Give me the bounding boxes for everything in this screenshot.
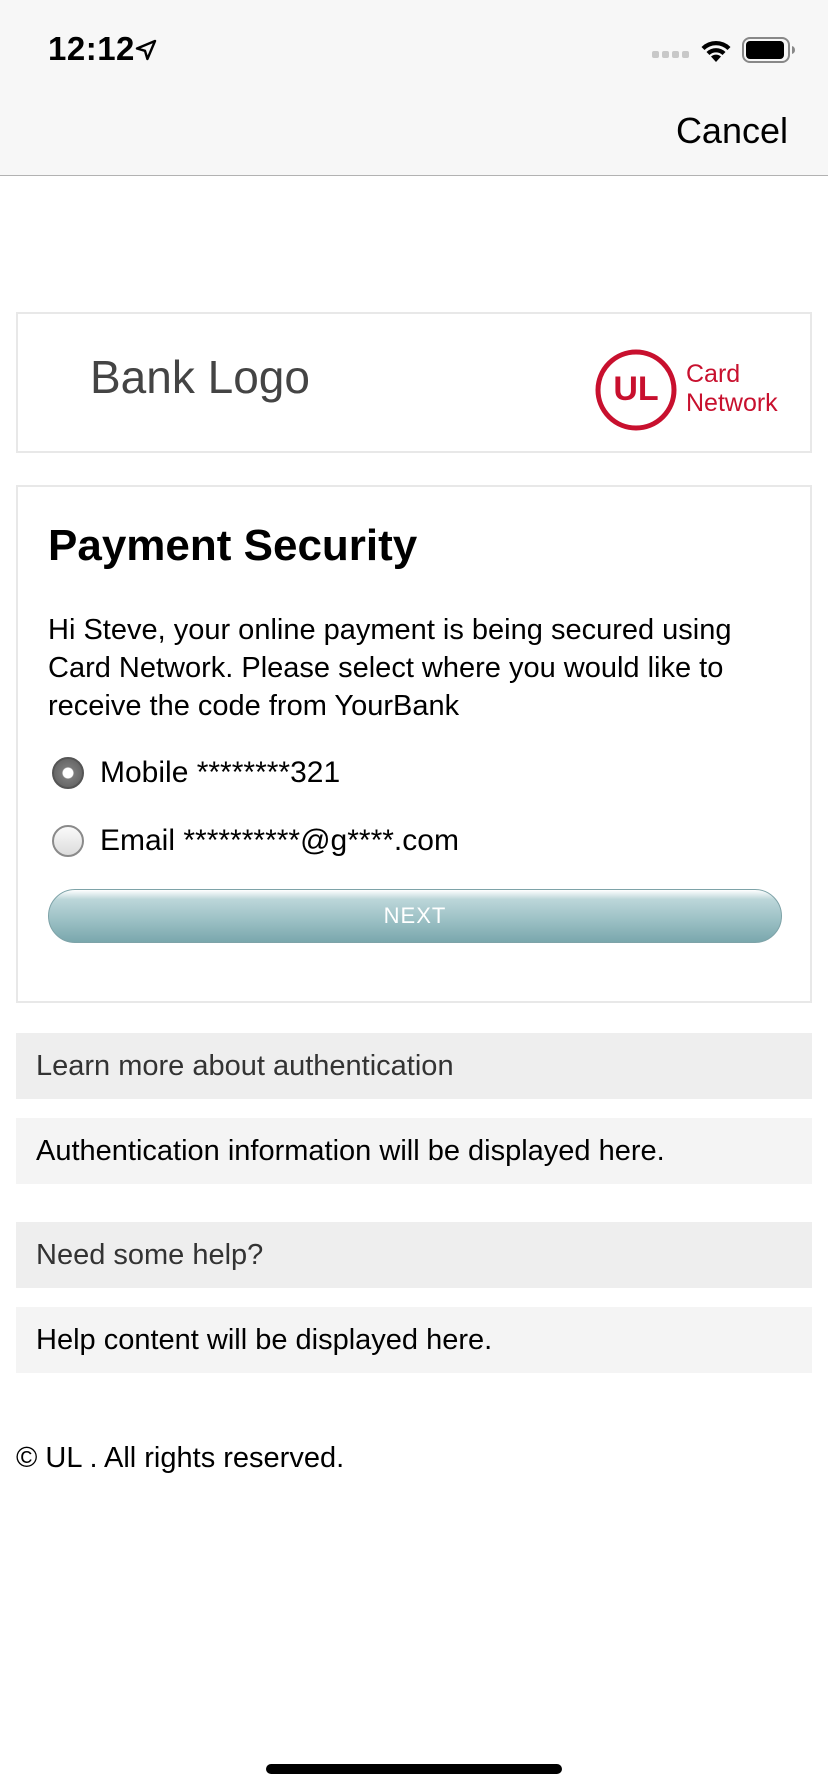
page-title: Payment Security bbox=[48, 521, 418, 570]
svg-text:UL: UL bbox=[613, 370, 658, 408]
email-radio[interactable] bbox=[52, 825, 84, 857]
learn-more-header[interactable]: Learn more about authentication bbox=[16, 1033, 812, 1099]
card-network-line2: Network bbox=[686, 389, 778, 417]
ul-logo-icon: UL bbox=[595, 349, 677, 431]
option-email[interactable]: Email **********@g****.com bbox=[52, 821, 459, 861]
learn-more-content: Authentication information will be displ… bbox=[16, 1118, 812, 1184]
wifi-icon bbox=[701, 40, 731, 62]
status-time: 12:12 bbox=[48, 30, 135, 67]
option-mobile-label: Mobile ********321 bbox=[100, 756, 341, 789]
cancel-button[interactable]: Cancel bbox=[676, 110, 788, 152]
branding-header: Bank Logo UL Card Network bbox=[16, 312, 812, 453]
mobile-radio[interactable] bbox=[52, 757, 84, 789]
help-header[interactable]: Need some help? bbox=[16, 1222, 812, 1288]
battery-icon bbox=[742, 37, 795, 63]
location-arrow-icon bbox=[135, 39, 157, 61]
option-email-label: Email **********@g****.com bbox=[100, 824, 459, 857]
next-button[interactable]: NEXT bbox=[48, 889, 782, 943]
option-mobile[interactable]: Mobile ********321 bbox=[52, 753, 340, 793]
card-network-line1: Card bbox=[686, 360, 741, 388]
bank-logo: Bank Logo bbox=[90, 351, 310, 403]
description-text: Hi Steve, your online payment is being s… bbox=[48, 614, 732, 722]
home-indicator[interactable] bbox=[266, 1764, 562, 1774]
cellular-signal-icon bbox=[652, 51, 689, 58]
help-content: Help content will be displayed here. bbox=[16, 1307, 812, 1373]
payment-security-card: Payment Security Hi Steve, your online p… bbox=[16, 485, 812, 1003]
top-bar: 12:12 Cancel bbox=[0, 0, 828, 176]
copyright-footer: © UL . All rights reserved. bbox=[16, 1442, 345, 1474]
card-network-logo-text: Card Network bbox=[686, 360, 778, 418]
